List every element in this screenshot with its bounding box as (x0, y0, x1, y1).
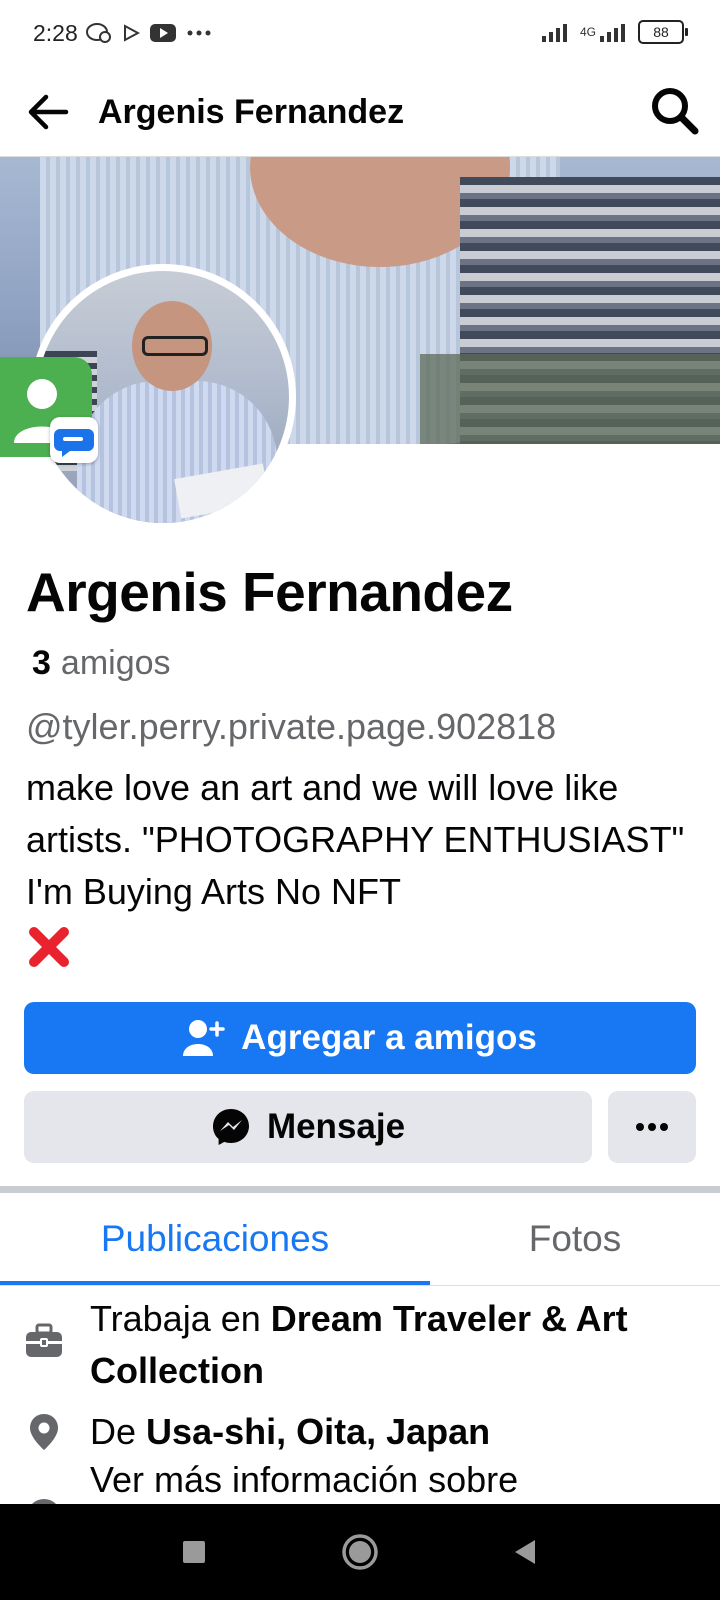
app-header: Argenis Fernandez (0, 68, 720, 157)
friends-count-label: amigos (60, 644, 171, 682)
briefcase-icon (26, 1323, 62, 1357)
system-navigation-bar (0, 1504, 720, 1600)
network-type: 4G (579, 25, 596, 39)
detail-work-text: Trabaja en Dream Traveler & Art Collecti… (90, 1293, 700, 1397)
search-icon (652, 88, 699, 135)
add-friend-button[interactable]: Agregar a amigos (24, 1002, 696, 1074)
detail-from-place[interactable]: Usa-shi, Oita, Japan (146, 1411, 490, 1452)
friends-count-number: 3 (32, 644, 51, 682)
messages-badge (50, 417, 98, 463)
header-title: Argenis Fernandez (98, 93, 405, 131)
detail-location-text: De Usa-shi, Oita, Japan (90, 1406, 700, 1458)
message-label: Mensaje (266, 1107, 406, 1146)
profile-username: @tyler.perry.private.page.902818 (26, 706, 557, 747)
status-bar: 2:28 4G 88 (0, 0, 720, 68)
signal-4g-icon (600, 24, 625, 42)
profile-person-glasses (142, 336, 208, 356)
location-pin-icon (30, 1414, 58, 1450)
wechat-icon (86, 23, 111, 43)
detail-location: De Usa-shi, Oita, Japan (0, 1406, 720, 1460)
detail-work: Trabaja en Dream Traveler & Art Collecti… (0, 1293, 720, 1399)
recents-button[interactable] (174, 1532, 214, 1572)
arrow-left-icon (28, 94, 69, 130)
status-time: 2:28 (33, 20, 78, 46)
signal-icon (541, 24, 567, 42)
more-notifications-icon (187, 30, 211, 36)
square-icon (183, 1541, 205, 1563)
home-button[interactable] (340, 1532, 380, 1572)
tab-posts[interactable]: Publicaciones (0, 1193, 430, 1285)
cover-desk (420, 354, 720, 444)
detail-from-prefix: De (90, 1411, 137, 1452)
add-friend-label: Agregar a amigos (241, 1018, 537, 1057)
back-button[interactable] (22, 86, 74, 138)
triangle-back-icon (515, 1540, 535, 1564)
messenger-icon (212, 1109, 249, 1145)
profile-bio-text: make love an art and we will love like a… (26, 767, 685, 912)
more-options-button[interactable] (608, 1091, 696, 1163)
play-store-icon (124, 24, 140, 42)
detail-see-more-text: Ver más información sobre (90, 1460, 519, 1500)
search-button[interactable] (646, 82, 704, 140)
notification-icons (86, 22, 212, 44)
more-info-icon (31, 1499, 57, 1504)
detail-work-prefix: Trabaja en (90, 1298, 261, 1339)
tab-photos[interactable]: Fotos (430, 1193, 720, 1285)
detail-see-more[interactable]: Ver más información sobre (0, 1460, 720, 1504)
profile-tabs: Publicaciones Fotos (0, 1193, 720, 1286)
youtube-icon (150, 24, 176, 42)
chat-bubble-icon (54, 429, 94, 457)
nav-back-button[interactable] (505, 1532, 545, 1572)
user-plus-icon (183, 1020, 225, 1056)
circle-icon (342, 1534, 378, 1570)
cross-mark-icon (29, 927, 69, 967)
battery-indicator: 88 (638, 20, 688, 44)
system-icons: 4G 88 (541, 20, 688, 44)
more-horizontal-icon (636, 1123, 668, 1131)
profile-bio: make love an art and we will love like a… (26, 762, 706, 970)
message-button[interactable]: Mensaje (24, 1091, 592, 1163)
friends-count[interactable]: 3 amigos (32, 644, 171, 683)
profile-name: Argenis Fernandez (26, 561, 513, 623)
contact-chathead[interactable] (0, 357, 98, 463)
section-divider (0, 1186, 720, 1193)
